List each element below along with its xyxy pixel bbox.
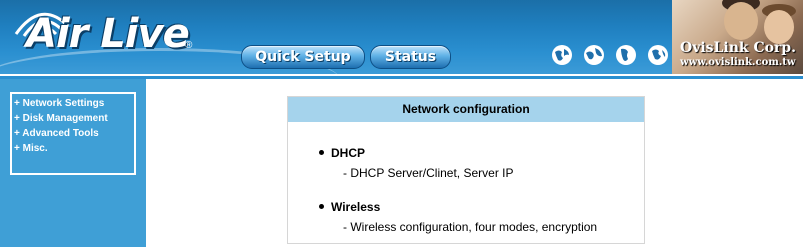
section-desc-wireless: - Wireless configuration, four modes, en… — [343, 220, 598, 234]
status-button[interactable]: Status — [370, 45, 451, 69]
bullet-icon — [319, 204, 324, 209]
quick-setup-button[interactable]: Quick Setup — [241, 45, 365, 69]
globe-icon — [552, 45, 572, 65]
brand-url: www.ovislink.com.tw — [680, 57, 796, 68]
sidebar-item-network-settings[interactable]: + Network Settings — [14, 98, 104, 109]
bullet-icon — [319, 150, 324, 155]
globe-icon — [584, 45, 604, 65]
sidebar-item-disk-management[interactable]: + Disk Management — [14, 113, 108, 124]
airlive-logo: Air Live — [26, 11, 190, 57]
section-title-dhcp[interactable]: DHCP — [331, 146, 365, 160]
sidebar-menu: + Network Settings + Disk Management + A… — [10, 92, 136, 175]
header-banner: Air Live ® Quick Setup Status OvisLink C… — [0, 0, 803, 74]
brand-name: OvisLink Corp. — [680, 40, 796, 56]
sidebar: + Network Settings + Disk Management + A… — [0, 79, 146, 247]
globe-icon — [648, 45, 668, 65]
registered-mark: ® — [185, 40, 193, 51]
section-title-wireless[interactable]: Wireless — [331, 200, 380, 214]
panel-title: Network configuration — [288, 97, 644, 122]
section-desc-dhcp: - DHCP Server/Clinet, Server IP — [343, 166, 514, 180]
network-config-panel: Network configuration DHCP - DHCP Server… — [287, 96, 645, 244]
globe-icon — [616, 45, 636, 65]
sidebar-item-advanced-tools[interactable]: + Advanced Tools — [14, 128, 99, 139]
sidebar-item-misc[interactable]: + Misc. — [14, 143, 48, 154]
